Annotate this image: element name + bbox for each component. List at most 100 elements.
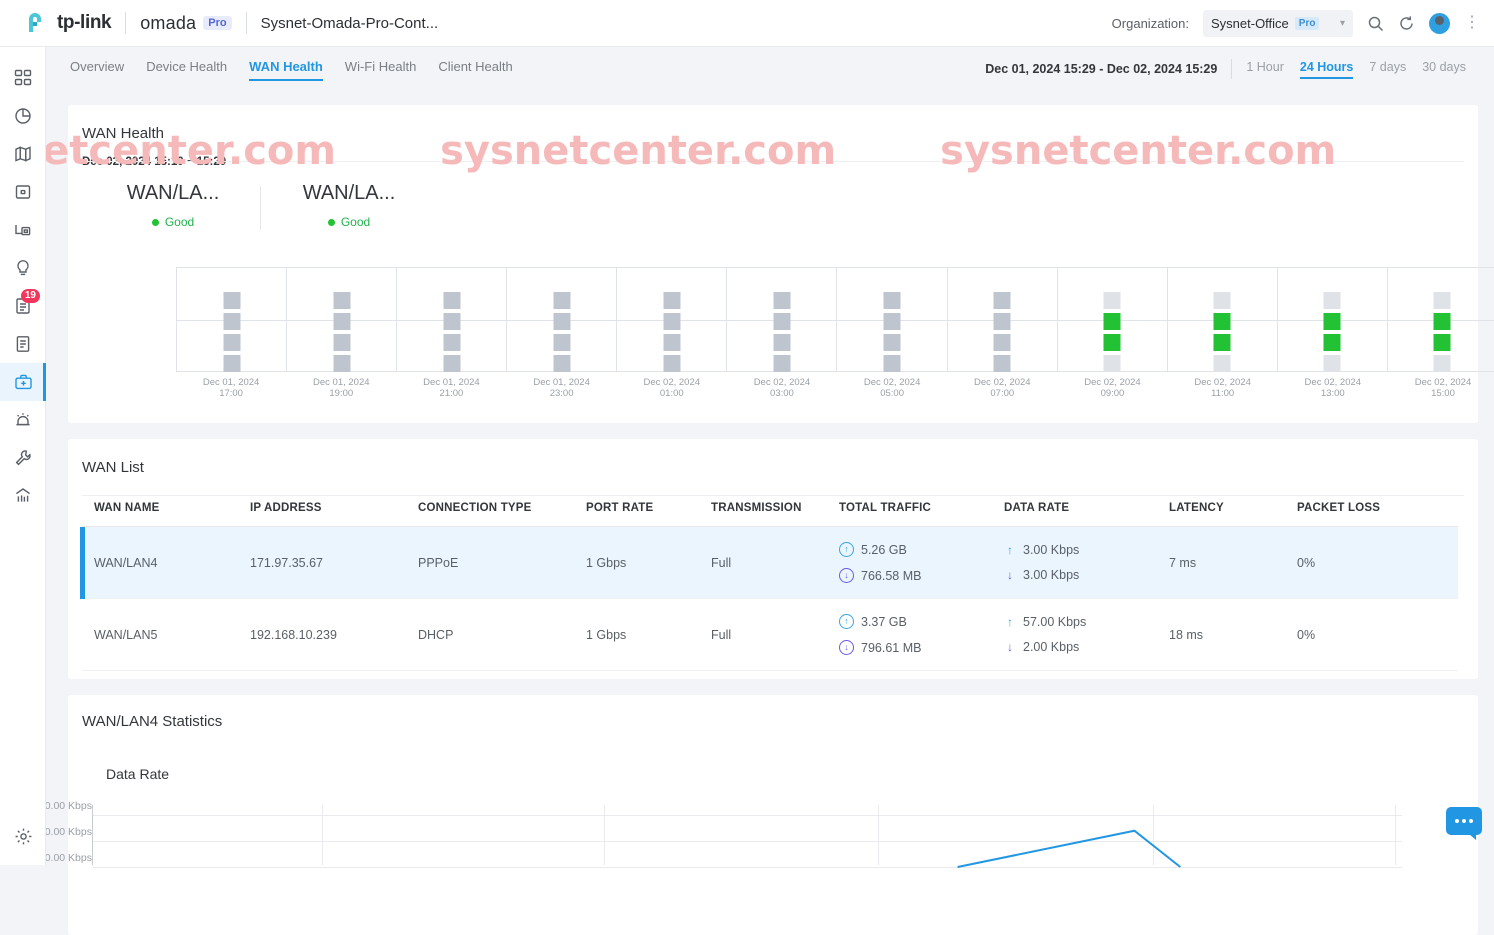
timeline-block	[1214, 292, 1231, 309]
timeline-slot[interactable]	[507, 268, 617, 371]
clients-icon	[14, 221, 32, 239]
range-24-hours[interactable]: 24 Hours	[1300, 60, 1354, 78]
sidebar-item-map[interactable]	[0, 135, 46, 173]
settings-icon	[14, 827, 33, 846]
column-ip-address[interactable]: IP ADDRESS	[250, 502, 418, 514]
timeline-tick-label: Dec 02, 202415:00	[1388, 377, 1494, 399]
column-data-rate[interactable]: DATA RATE	[1004, 502, 1169, 514]
column-port-rate[interactable]: PORT RATE	[586, 502, 711, 514]
tab-client-health[interactable]: Client Health	[438, 59, 512, 79]
tab-overview[interactable]: Overview	[70, 59, 124, 79]
column-latency[interactable]: LATENCY	[1169, 502, 1297, 514]
timeline-block	[663, 292, 680, 309]
sidebar-item-devices[interactable]	[0, 173, 46, 211]
search-icon[interactable]	[1367, 15, 1384, 32]
sidebar-item-insight[interactable]	[0, 249, 46, 287]
timeline-tick-label: Dec 02, 202413:00	[1278, 377, 1388, 399]
column-transmission[interactable]: TRANSMISSION	[711, 502, 839, 514]
timeline-block	[663, 313, 680, 330]
health-timeline-chart[interactable]	[176, 267, 1494, 372]
range-30-days[interactable]: 30 days	[1422, 60, 1466, 78]
status-badge: Good	[284, 215, 414, 229]
sidebar-item-alerts[interactable]	[0, 401, 46, 439]
traffic-download: 796.61 MB	[861, 641, 921, 655]
avatar[interactable]	[1429, 13, 1450, 34]
timeline-slot[interactable]	[397, 268, 507, 371]
download-arrow-icon: ↓	[839, 568, 854, 583]
column-connection-type[interactable]: CONNECTION TYPE	[418, 502, 586, 514]
table-row[interactable]: WAN/LAN5 192.168.10.239 DHCP 1 Gbps Full…	[82, 599, 1458, 671]
column-wan-name[interactable]: WAN NAME	[82, 502, 250, 514]
timeline-block	[994, 292, 1011, 309]
cell-packet-loss: 0%	[1297, 628, 1417, 642]
column-packet-loss[interactable]: PACKET LOSS	[1297, 502, 1417, 514]
sidebar-item-tools[interactable]	[0, 439, 46, 477]
top-bar: tp-link omada Pro Sysnet-Omada-Pro-Cont.…	[0, 0, 1494, 47]
sidebar-item-clients[interactable]	[0, 211, 46, 249]
kebab-menu-icon[interactable]: ⋮	[1464, 19, 1480, 27]
download-arrow-icon: ↓	[1004, 568, 1016, 582]
timeline-block	[1434, 355, 1451, 372]
chevron-down-icon: ▾	[1340, 18, 1345, 29]
sidebar-item-settings[interactable]	[0, 817, 46, 855]
tab-wan-health[interactable]: WAN Health	[249, 59, 323, 79]
timeline-block	[333, 292, 350, 309]
timeline-block	[994, 355, 1011, 372]
timeline-slot[interactable]	[287, 268, 397, 371]
rate-upload: 3.00 Kbps	[1023, 543, 1079, 557]
tools-icon	[14, 449, 32, 467]
timeline-tick-label: Dec 02, 202403:00	[727, 377, 837, 399]
pro-badge: Pro	[203, 16, 231, 30]
sidebar-item-report[interactable]	[0, 325, 46, 363]
timeline-block	[443, 355, 460, 372]
sidebar-item-analytics[interactable]	[0, 97, 46, 135]
status-dot-icon	[152, 219, 159, 226]
timeline-block	[994, 334, 1011, 351]
tab-wifi-health[interactable]: Wi-Fi Health	[345, 59, 417, 79]
chat-bubble[interactable]	[1446, 807, 1482, 835]
range-1-hour[interactable]: 1 Hour	[1246, 60, 1284, 78]
timeline-slot[interactable]	[727, 268, 837, 371]
health-summary-item[interactable]: WAN/LA... Good	[284, 182, 414, 229]
tab-device-health[interactable]: Device Health	[146, 59, 227, 79]
timeline-slot[interactable]	[1168, 268, 1278, 371]
insight-icon	[14, 259, 32, 277]
dashboard-icon	[14, 69, 32, 87]
organization-label: Organization:	[1112, 16, 1189, 31]
timeline-slot[interactable]	[177, 268, 287, 371]
chat-dot-icon	[1469, 819, 1473, 823]
refresh-icon[interactable]	[1398, 15, 1415, 32]
timeline-block	[884, 355, 901, 372]
organization-select[interactable]: Sysnet-Office Pro ▾	[1203, 10, 1353, 37]
rate-download: 3.00 Kbps	[1023, 568, 1079, 582]
status-label: Good	[341, 215, 370, 229]
divider	[1231, 59, 1232, 79]
health-summary-item[interactable]: WAN/LA... Good	[108, 182, 238, 229]
sidebar-item-diagnostics[interactable]	[0, 363, 46, 401]
diagnostics-icon	[14, 373, 33, 392]
timeline-bar-stack	[994, 292, 1011, 372]
timeline-block	[1324, 355, 1341, 372]
range-7-days[interactable]: 7 days	[1369, 60, 1406, 78]
date-range-text[interactable]: Dec 01, 2024 15:29 - Dec 02, 2024 15:29	[985, 62, 1217, 76]
data-rate-chart[interactable]	[92, 805, 1402, 865]
controller-name[interactable]: Sysnet-Omada-Pro-Cont...	[261, 15, 439, 32]
wan-health-title: WAN Health	[68, 105, 1478, 142]
cell-total-traffic: ↑ 5.26 GB ↓ 766.58 MB	[839, 542, 1004, 583]
timeline-block	[1434, 334, 1451, 351]
cell-ip-address: 171.97.35.67	[250, 556, 418, 570]
timeline-slot[interactable]	[837, 268, 947, 371]
timeline-slot[interactable]	[1058, 268, 1168, 371]
column-total-traffic[interactable]: TOTAL TRAFFIC	[839, 502, 1004, 514]
timeline-block	[553, 313, 570, 330]
timeline-slot[interactable]	[617, 268, 727, 371]
table-row[interactable]: WAN/LAN4 171.97.35.67 PPPoE 1 Gbps Full …	[82, 527, 1458, 599]
wan-list-table: WAN NAME IP ADDRESS CONNECTION TYPE PORT…	[82, 493, 1458, 671]
timeline-block	[1104, 334, 1121, 351]
timeline-slot[interactable]	[948, 268, 1058, 371]
sidebar-item-logs[interactable]: 19	[0, 287, 46, 325]
sidebar-item-dashboard[interactable]	[0, 59, 46, 97]
timeline-slot[interactable]	[1388, 268, 1494, 371]
sidebar-item-statistics[interactable]	[0, 477, 46, 515]
timeline-slot[interactable]	[1278, 268, 1388, 371]
